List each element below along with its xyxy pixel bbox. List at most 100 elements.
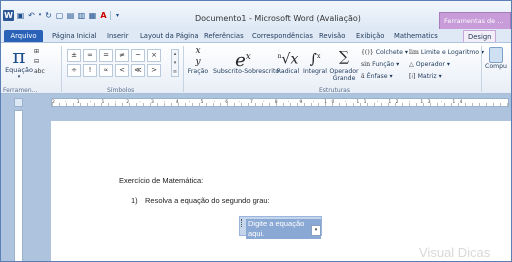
chevron-down-icon: ▾ xyxy=(17,74,21,80)
large-operator-label: Operador Grande xyxy=(329,68,359,82)
word-logo-icon[interactable]: W xyxy=(3,10,14,21)
operator-button[interactable]: △ Operador ▾ xyxy=(409,60,484,69)
times-symbol[interactable]: × xyxy=(147,49,161,62)
linear-format-icon[interactable]: ⊟ xyxy=(34,58,45,66)
equation-handle-icon[interactable] xyxy=(241,219,244,227)
equals-symbol[interactable]: = xyxy=(99,49,113,62)
script-button[interactable]: ex Subscrito-Sobrescrito xyxy=(213,46,280,75)
tools-small-buttons: ⊞ ⊟ abc xyxy=(34,48,45,76)
tilde-symbol[interactable]: ~ xyxy=(131,49,145,62)
equation-placeholder-text[interactable]: Digite a equação aqui. xyxy=(246,219,321,239)
group-separator xyxy=(481,46,482,92)
bracket-button[interactable]: {()} Colchete ▾ xyxy=(361,48,408,57)
symbols-scroll[interactable]: ▴ ▾ ≡ xyxy=(171,49,179,77)
insert-equation-button[interactable]: π Equação ▾ xyxy=(5,46,33,80)
tab-references[interactable]: Referências xyxy=(204,30,244,42)
professional-format-icon[interactable]: ⊞ xyxy=(34,48,45,56)
document-area: 2 · 1 · 1 · 2 · 3 · 4 · 5 · 6 · 7 · 8 · … xyxy=(1,94,511,261)
open-folder-icon[interactable]: ▤ xyxy=(66,11,75,20)
fraction-button[interactable]: xy Fração xyxy=(187,46,209,75)
toolbar-separator xyxy=(110,11,111,20)
tab-page-layout[interactable]: Layout da Página xyxy=(140,30,199,42)
list-number: 1) xyxy=(131,196,138,205)
compatibility-button[interactable]: Compu xyxy=(485,47,507,70)
equation-options-chevron-icon[interactable]: ▾ xyxy=(311,225,321,236)
integral-label: Integral xyxy=(303,68,327,75)
document-page[interactable]: Exercício de Matemática: 1) Resolva a eq… xyxy=(51,121,511,261)
matrix-icon: [⁞] xyxy=(409,73,416,80)
radical-icon: n√x xyxy=(277,51,299,68)
compatibility-icon xyxy=(488,47,503,63)
tools-group-label: Ferramen... xyxy=(3,87,38,94)
limit-log-button[interactable]: lim Limite e Logaritmo ▾ xyxy=(409,48,484,57)
group-separator xyxy=(61,46,62,92)
much-less-symbol[interactable]: ≪ xyxy=(131,64,145,77)
word-window: W ▣ ↶ ▾ ↻ ▢ ▤ ▥ ▦ A ▾ Documento1 - Micro… xyxy=(0,0,512,262)
large-operator-button[interactable]: ∑ Operador Grande xyxy=(329,46,359,82)
watermark: Visual Dicas xyxy=(419,245,491,260)
ruler-numbers: 2 · 1 · 1 · 2 · 3 · 4 · 5 · 6 · 7 · 8 · … xyxy=(52,100,467,105)
integral-button[interactable]: ∫x Integral xyxy=(303,46,327,75)
vertical-ruler[interactable] xyxy=(14,110,23,261)
list-item-text: Resolva a equação do segundo grau: xyxy=(145,196,270,205)
exercise-heading: Exercício de Matemática: xyxy=(119,176,204,185)
radical-button[interactable]: n√x Radical xyxy=(276,46,300,75)
pi-icon: π xyxy=(12,44,26,68)
new-document-icon[interactable]: ▢ xyxy=(55,11,64,20)
ribbon-tabs: Arquivo Página Inicial Inserir Layout da… xyxy=(1,29,511,42)
structures-group-label: Estruturas xyxy=(319,87,350,94)
title-bar: W ▣ ↶ ▾ ↻ ▢ ▤ ▥ ▦ A ▾ Documento1 - Micro… xyxy=(1,1,511,31)
not-equal-symbol[interactable]: ≠ xyxy=(115,49,129,62)
tab-review[interactable]: Revisão xyxy=(319,30,345,42)
window-title: Documento1 - Microsoft Word (Avaliação) xyxy=(195,14,361,23)
function-button[interactable]: sin Função ▾ xyxy=(361,60,408,69)
plus-minus-symbol[interactable]: ± xyxy=(67,49,81,62)
integral-icon: ∫x xyxy=(309,51,321,68)
compatibility-label: Compu xyxy=(485,63,507,70)
infinity-symbol[interactable]: ∞ xyxy=(83,49,97,62)
customize-toolbar-icon[interactable]: ▾ xyxy=(113,11,122,20)
operator-icon: △ xyxy=(409,61,414,68)
bracket-icon: {()} xyxy=(361,49,374,56)
summation-icon: ∑ xyxy=(339,49,349,65)
font-color-icon[interactable]: A xyxy=(99,11,108,20)
greater-than-symbol[interactable]: > xyxy=(147,64,161,77)
undo-icon[interactable]: ↶ xyxy=(27,11,36,20)
print-icon[interactable]: ▥ xyxy=(77,11,86,20)
factorial-symbol[interactable]: ! xyxy=(83,64,97,77)
normal-text-icon[interactable]: abc xyxy=(34,68,45,76)
tab-home[interactable]: Página Inicial xyxy=(52,30,97,42)
structures-column-1: {()} Colchete ▾ sin Função ▾ ä Ênfase ▾ xyxy=(361,48,408,81)
tab-design[interactable]: Design xyxy=(463,30,497,42)
accent-button[interactable]: ä Ênfase ▾ xyxy=(361,72,408,81)
divide-symbol[interactable]: ÷ xyxy=(67,64,81,77)
redo-icon[interactable]: ↻ xyxy=(44,11,53,20)
undo-dropdown-icon[interactable]: ▾ xyxy=(38,11,42,20)
tab-file[interactable]: Arquivo xyxy=(4,30,43,42)
limit-icon: lim xyxy=(409,49,419,56)
tab-view[interactable]: Exibição xyxy=(356,30,384,42)
fraction-icon: xy xyxy=(195,46,201,67)
function-icon: sin xyxy=(361,61,371,68)
ribbon-design: π Equação ▾ ⊞ ⊟ abc Ferramen... ± ∞ = ≠ … xyxy=(1,42,511,94)
fraction-label: Fração xyxy=(187,68,209,75)
horizontal-ruler[interactable]: 2 · 1 · 1 · 2 · 3 · 4 · 5 · 6 · 7 · 8 · … xyxy=(51,98,509,107)
tab-selector[interactable] xyxy=(14,98,23,107)
equation-placeholder-box[interactable]: Digite a equação aqui. ▾ xyxy=(239,216,322,239)
tab-mailings[interactable]: Correspondências xyxy=(252,30,313,42)
save-icon[interactable]: ▣ xyxy=(16,11,25,20)
structures-column-2: lim Limite e Logaritmo ▾ △ Operador ▾ [⁞] M… xyxy=(409,48,484,81)
script-label: Subscrito-Sobrescrito xyxy=(213,68,280,75)
proportional-symbol[interactable]: ∝ xyxy=(99,64,113,77)
radical-label: Radical xyxy=(276,68,300,75)
matrix-button[interactable]: [⁞] Matriz ▾ xyxy=(409,72,484,81)
script-icon: ex xyxy=(235,50,251,71)
tab-mathematics[interactable]: Mathematics xyxy=(394,30,438,42)
symbols-gallery: ± ∞ = ≠ ~ × ÷ ! ∝ < ≪ > xyxy=(67,49,161,77)
symbols-group-label: Símbolos xyxy=(107,87,135,94)
less-than-symbol[interactable]: < xyxy=(115,64,129,77)
equation-label: Equação xyxy=(5,66,33,74)
format-painter-icon[interactable]: ▦ xyxy=(88,11,97,20)
quick-access-toolbar: W ▣ ↶ ▾ ↻ ▢ ▤ ▥ ▦ A ▾ xyxy=(3,10,122,21)
tab-insert[interactable]: Inserir xyxy=(107,30,129,42)
